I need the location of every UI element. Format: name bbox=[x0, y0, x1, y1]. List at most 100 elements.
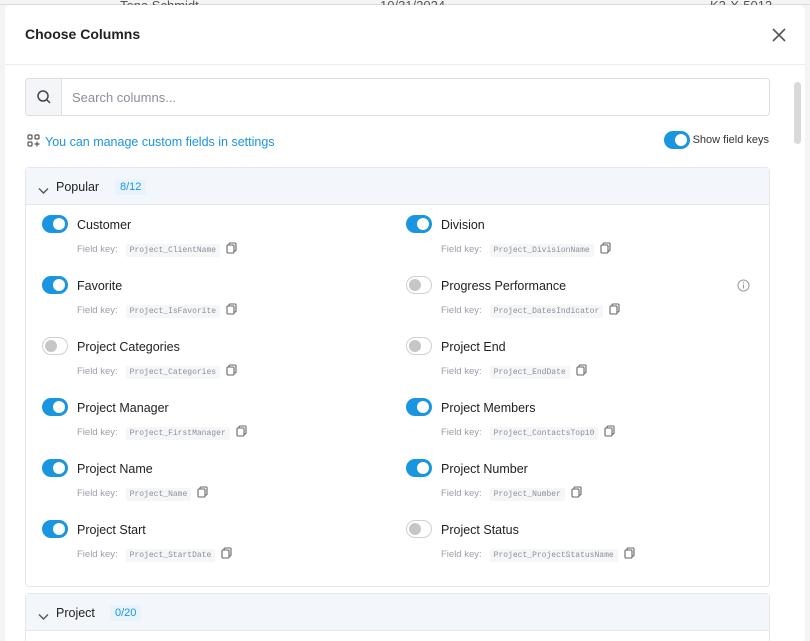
dialog-title: Choose Columns bbox=[25, 26, 141, 42]
show-field-keys-toggle[interactable] bbox=[663, 131, 690, 149]
field-key-label: Field key: bbox=[441, 305, 482, 317]
field-key-value: Project_DivisionName bbox=[489, 244, 594, 258]
column-label: Progress Performance bbox=[441, 279, 567, 293]
field-key: Field key: Project_EndDate bbox=[441, 364, 587, 380]
column-label: Project Manager bbox=[77, 401, 169, 415]
column-toggle[interactable] bbox=[406, 215, 432, 233]
column-label: Division bbox=[441, 218, 485, 232]
column-option: Division Field key: Project_DivisionName bbox=[406, 215, 751, 267]
copy-icon[interactable] bbox=[221, 547, 232, 562]
manage-link-text: You can manage custom fields in settings bbox=[45, 135, 275, 149]
column-toggle[interactable] bbox=[42, 520, 68, 538]
column-label: Project Status bbox=[441, 523, 519, 537]
field-key: Field key: Project_IsFavorite bbox=[77, 303, 237, 319]
copy-icon[interactable] bbox=[609, 303, 620, 318]
copy-icon[interactable] bbox=[226, 364, 237, 379]
column-label: Project Categories bbox=[77, 340, 180, 354]
field-key-label: Field key: bbox=[77, 305, 118, 317]
column-toggle[interactable] bbox=[406, 398, 432, 416]
column-label: Project End bbox=[441, 340, 506, 354]
field-key-value: Project_StartDate bbox=[125, 549, 216, 563]
search-icon bbox=[26, 79, 62, 115]
search-box bbox=[25, 78, 770, 116]
column-toggle[interactable] bbox=[42, 276, 68, 294]
field-key: Field key: Project_DatesIndicator bbox=[441, 303, 620, 319]
section-count-badge: 8/12 bbox=[115, 179, 147, 195]
copy-icon[interactable] bbox=[576, 364, 587, 379]
copy-icon[interactable] bbox=[624, 547, 635, 562]
copy-icon[interactable] bbox=[571, 486, 582, 501]
column-toggle[interactable] bbox=[42, 215, 68, 233]
field-key-label: Field key: bbox=[77, 244, 118, 256]
column-toggle[interactable] bbox=[406, 337, 432, 355]
field-key: Field key: Project_ProjectStatusName bbox=[441, 547, 635, 563]
scrollbar[interactable] bbox=[794, 82, 801, 144]
copy-icon[interactable] bbox=[600, 242, 611, 257]
field-key-value: Project_EndDate bbox=[489, 366, 570, 380]
field-key-value: Project_ProjectStatusName bbox=[489, 549, 618, 563]
column-option: Project End Field key: Project_EndDate bbox=[406, 337, 751, 389]
section-project: Project 0/20 bbox=[25, 593, 770, 641]
field-key: Field key: Project_FirstManager bbox=[77, 425, 247, 441]
copy-icon[interactable] bbox=[604, 425, 616, 440]
column-toggle[interactable] bbox=[42, 459, 68, 477]
field-key: Field key: Project_StartDate bbox=[77, 547, 232, 563]
column-option: Project Manager Field key: Project_FirstMa… bbox=[42, 398, 387, 450]
column-toggle[interactable] bbox=[406, 276, 432, 294]
field-key-value: Project_ContactsTop10 bbox=[489, 427, 599, 441]
field-key-label: Field key: bbox=[77, 366, 118, 378]
search-input[interactable] bbox=[72, 87, 722, 107]
choose-columns-dialog: Choose Columns You can manage custom fie… bbox=[5, 5, 805, 641]
column-option: Project Name Field key: Project_Name bbox=[42, 459, 387, 511]
field-key-label: Field key: bbox=[441, 366, 482, 378]
field-key-label: Field key: bbox=[441, 488, 482, 500]
custom-fields-icon bbox=[27, 134, 40, 150]
info-icon[interactable] bbox=[737, 279, 750, 297]
field-key-value: Project_FirstManager bbox=[125, 427, 230, 441]
copy-icon[interactable] bbox=[226, 242, 237, 257]
column-option: Project Members Field key: Project_Contact… bbox=[406, 398, 751, 450]
field-key: Field key: Project_DivisionName bbox=[441, 242, 611, 258]
field-key: Field key: Project_Number bbox=[441, 486, 582, 502]
chevron-down-icon bbox=[38, 182, 49, 200]
column-toggle[interactable] bbox=[406, 520, 432, 538]
dialog-header: Choose Columns bbox=[5, 5, 805, 65]
show-field-keys-label: Show field keys bbox=[692, 134, 769, 146]
field-key-value: Project_Categories bbox=[125, 366, 221, 380]
column-option: Project Number Field key: Project_Number bbox=[406, 459, 751, 511]
field-key-label: Field key: bbox=[77, 427, 118, 439]
section-header-popular[interactable]: Popular 8/12 bbox=[26, 168, 769, 205]
column-label: Project Start bbox=[77, 523, 146, 537]
field-key: Field key: Project_ClientName bbox=[77, 242, 237, 258]
copy-icon[interactable] bbox=[197, 486, 208, 501]
field-key-label: Field key: bbox=[77, 549, 118, 561]
column-toggle[interactable] bbox=[42, 337, 68, 355]
copy-icon[interactable] bbox=[236, 425, 247, 440]
field-key-label: Field key: bbox=[441, 549, 482, 561]
column-toggle[interactable] bbox=[42, 398, 68, 416]
column-label: Project Members bbox=[441, 401, 536, 415]
field-key-label: Field key: bbox=[441, 427, 482, 439]
column-option: Project Categories Field key: Project_Cate… bbox=[42, 337, 387, 389]
show-field-keys: Show field keys bbox=[663, 131, 769, 149]
column-label: Project Name bbox=[77, 462, 153, 476]
field-key-label: Field key: bbox=[77, 488, 118, 500]
section-name: Popular bbox=[56, 180, 100, 194]
column-label: Customer bbox=[77, 218, 132, 232]
section-count-badge: 0/20 bbox=[110, 605, 142, 621]
section-header-project[interactable]: Project 0/20 bbox=[26, 594, 769, 631]
field-key-value: Project_Number bbox=[489, 488, 565, 502]
copy-icon[interactable] bbox=[226, 303, 237, 318]
column-toggle[interactable] bbox=[406, 459, 432, 477]
field-key-value: Project_Name bbox=[125, 488, 192, 502]
column-option: Progress Performance Field key: Project_Da… bbox=[406, 276, 751, 328]
field-key-value: Project_IsFavorite bbox=[125, 305, 221, 319]
column-option: Favorite Field key: Project_IsFavorite bbox=[42, 276, 387, 328]
chevron-down-icon bbox=[38, 608, 49, 626]
field-key: Field key: Project_Name bbox=[77, 486, 208, 502]
close-icon[interactable] bbox=[769, 25, 789, 45]
field-key-label: Field key: bbox=[441, 244, 482, 256]
field-key: Field key: Project_Categories bbox=[77, 364, 237, 380]
manage-custom-fields-link[interactable]: You can manage custom fields in settings bbox=[27, 134, 275, 150]
field-key-value: Project_ClientName bbox=[125, 244, 221, 258]
